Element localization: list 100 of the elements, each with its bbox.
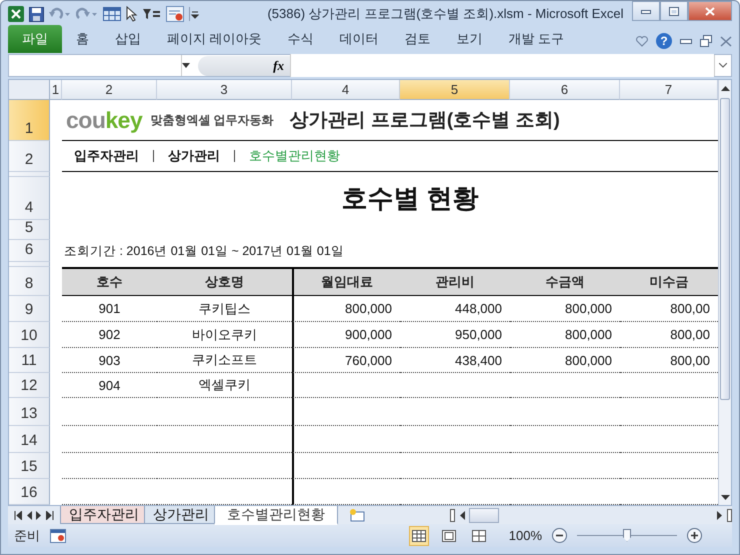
table-cell: 쿠키팁스 (157, 296, 292, 322)
normal-view-icon (412, 530, 426, 542)
nav-link[interactable]: 호수별관리현황 (249, 150, 354, 162)
ribbon-tab[interactable]: 수식 (276, 30, 326, 54)
tagline: 맞춤형엑셀 업무자동화 (150, 112, 274, 129)
scroll-down-icon[interactable] (720, 494, 730, 500)
excel-icon (8, 6, 24, 22)
cursor-icon[interactable] (126, 6, 138, 22)
row-header[interactable]: 2 (9, 141, 50, 172)
column-header[interactable]: 7 (620, 80, 718, 100)
row-header[interactable]: 16 (9, 479, 50, 506)
row-header[interactable]: 12 (9, 373, 50, 398)
scroll-left-icon[interactable] (459, 510, 465, 520)
column-heading: 미수금 (620, 267, 718, 296)
scroll-right-icon[interactable] (717, 510, 723, 520)
maximize-button[interactable] (660, 1, 688, 21)
table-cell: 903 (62, 348, 157, 374)
first-sheet-icon[interactable] (14, 510, 22, 520)
table-cell: 438,400 (400, 348, 510, 374)
table-cell: 800,000 (510, 348, 620, 374)
chevron-down-icon (719, 63, 727, 68)
sheet-tab[interactable]: 호수별관리현황 (214, 506, 338, 525)
help-button[interactable]: ? (656, 33, 672, 50)
row-header[interactable]: 15 (9, 453, 50, 480)
ribbon-tab[interactable]: 삽입 (103, 30, 153, 54)
zoom-out-icon[interactable] (552, 528, 567, 544)
formula-input[interactable] (290, 54, 714, 78)
minimize-button[interactable] (632, 1, 660, 21)
column-header[interactable]: 1 (50, 80, 62, 100)
view-button[interactable] (408, 526, 429, 546)
table-cell: 902 (62, 322, 157, 348)
ribbon-tab[interactable]: 개발 도구 (496, 30, 576, 54)
column-heading: 관리비 (400, 267, 510, 296)
column-heading: 수금액 (510, 267, 620, 296)
table-cell: 바이오쿠키 (157, 322, 292, 348)
close-icon[interactable] (720, 36, 732, 47)
zoom-level[interactable]: 100% (508, 528, 542, 544)
column-heading: 상호명 (157, 267, 292, 296)
split-handle-icon[interactable] (450, 508, 455, 522)
previous-sheet-icon[interactable] (26, 510, 32, 520)
file-tab[interactable]: 파일 (8, 25, 62, 54)
slider-thumb[interactable] (623, 528, 631, 542)
nav-link[interactable]: 입주자관리 (74, 150, 154, 162)
row-header[interactable]: 14 (9, 426, 50, 454)
ribbon-tab[interactable]: 데이터 (328, 30, 391, 54)
minimize-icon (641, 7, 651, 15)
minimize-icon[interactable] (680, 37, 692, 46)
table-cell: 800,000 (510, 322, 620, 348)
table-cell: 904 (62, 373, 157, 398)
column-heading: 월임대료 (292, 267, 400, 296)
customize-caret-icon[interactable] (189, 7, 199, 22)
table-icon[interactable] (103, 7, 121, 22)
table-cell: 엑셀쿠키 (157, 373, 292, 398)
row-header[interactable]: 4 (9, 177, 50, 220)
row-header[interactable]: 11 (9, 348, 50, 374)
row-header[interactable]: 1 (9, 100, 50, 142)
row-header[interactable]: 9 (9, 296, 50, 322)
scroll-up-icon[interactable] (720, 86, 730, 91)
column-header[interactable]: 5 (400, 80, 510, 100)
period-text: 조회기간 : 2016년 01월 01일 ~ 2017년 01월 01일 (64, 243, 344, 260)
column-header[interactable]: 6 (510, 80, 620, 100)
insert-function-button[interactable]: fx (273, 58, 284, 74)
ribbon-tab[interactable]: 페이지 레이아웃 (155, 30, 274, 54)
maximize-icon (669, 6, 679, 16)
zoom-in-icon[interactable] (687, 528, 702, 544)
ribbon-tab[interactable]: 보기 (444, 30, 495, 54)
row-header[interactable]: 13 (9, 398, 50, 426)
horizontal-scroll-thumb[interactable] (469, 508, 499, 523)
column-header[interactable]: 4 (292, 80, 400, 100)
close-button[interactable] (688, 1, 732, 21)
macro-record-icon[interactable] (50, 528, 66, 543)
formula-bar[interactable]: fx (8, 54, 732, 78)
nav-link[interactable]: 상가관리 (168, 150, 235, 162)
insert-sheet-icon[interactable] (348, 508, 366, 522)
filter-icon[interactable] (143, 8, 161, 20)
dropdown-caret-icon[interactable] (182, 63, 190, 68)
save-icon[interactable] (29, 6, 44, 22)
page-layout-view-icon (442, 530, 456, 542)
column-heading: 호수 (62, 267, 157, 296)
window-title: (5386) 상가관리 프로그램(호수별 조회).xlsm - Microsoft Excel (266, 5, 625, 24)
heart-icon[interactable] (636, 36, 648, 47)
row-header[interactable]: 6 (9, 240, 50, 262)
zoom-slider[interactable] (577, 528, 677, 543)
ribbon-tab[interactable]: 검토 (392, 30, 443, 54)
last-sheet-icon[interactable] (46, 510, 54, 520)
table-cell: 800,000 (510, 296, 620, 322)
column-header[interactable]: 2 (62, 80, 157, 100)
next-sheet-icon[interactable] (36, 510, 42, 520)
table-cell: 760,000 (292, 348, 400, 374)
column-header[interactable]: 3 (157, 80, 292, 100)
form-icon[interactable] (166, 6, 184, 22)
vertical-scrollbar[interactable] (718, 80, 731, 506)
restore-icon[interactable] (700, 35, 712, 48)
row-header[interactable]: 8 (9, 267, 50, 296)
split-handle-icon[interactable] (727, 508, 732, 522)
row-header[interactable]: 10 (9, 322, 50, 348)
status-text: 준비 (14, 526, 40, 545)
ribbon-tab[interactable]: 홈 (64, 30, 101, 54)
table-cell: 901 (62, 296, 157, 322)
row-header[interactable]: 5 (9, 220, 50, 240)
